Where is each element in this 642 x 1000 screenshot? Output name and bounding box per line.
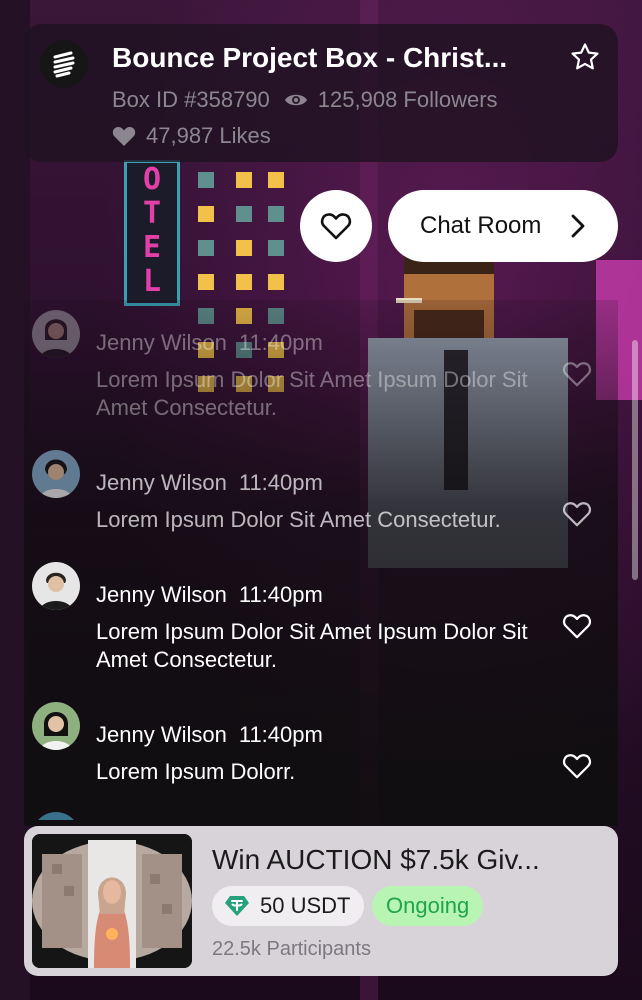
heart-icon[interactable] bbox=[562, 500, 594, 532]
chat-room-button[interactable]: Chat Room bbox=[388, 190, 618, 262]
neon-hotel-sign: OTEL bbox=[124, 160, 180, 306]
price-badge: 50 USDT bbox=[212, 886, 365, 926]
avatar bbox=[32, 310, 80, 358]
avatar bbox=[32, 702, 80, 750]
message-text: Lorem Ipsum Dolorr. bbox=[96, 759, 296, 784]
participants-count: 22.5k Participants bbox=[212, 938, 371, 960]
sender-name: Jenny Wilson bbox=[96, 330, 227, 355]
like-button[interactable] bbox=[300, 190, 372, 262]
message-time: 11:40pm bbox=[238, 722, 323, 747]
auction-thumbnail bbox=[32, 834, 192, 968]
chat-room-label: Chat Room bbox=[420, 212, 542, 239]
star-icon[interactable] bbox=[570, 42, 600, 72]
message-text: Lorem Ipsum Dolor Sit Amet Ipsum Dolor S… bbox=[96, 367, 528, 420]
heart-icon[interactable] bbox=[562, 752, 594, 784]
message-time: 11:40pm bbox=[238, 470, 323, 495]
heart-icon[interactable] bbox=[562, 612, 594, 644]
eye-icon bbox=[284, 91, 308, 109]
heart-icon bbox=[320, 211, 352, 241]
page-title: Bounce Project Box - Christ... bbox=[112, 42, 508, 73]
likes-count: 47,987 Likes bbox=[146, 123, 271, 148]
avatar bbox=[32, 812, 80, 820]
auction-card[interactable]: Win AUCTION $7.5k Giv... 50 USDT Ongoing… bbox=[24, 826, 618, 976]
message-text: Lorem Ipsum Dolor Sit Amet Ipsum Dolor S… bbox=[96, 619, 528, 672]
status-badge: Ongoing bbox=[372, 886, 484, 926]
message-time: 11:40pm bbox=[238, 582, 323, 607]
heart-icon bbox=[112, 125, 136, 147]
avatar bbox=[32, 562, 80, 610]
auction-title: Win AUCTION $7.5k Giv... bbox=[212, 844, 540, 875]
bounce-logo-icon bbox=[40, 40, 88, 88]
sender-name: Jenny Wilson bbox=[96, 470, 227, 495]
chat-message-list[interactable]: Jenny Wilson 11:40pm Lorem Ipsum Dolor Si… bbox=[24, 300, 618, 820]
avatar bbox=[32, 450, 80, 498]
price-label: 50 USDT bbox=[260, 893, 351, 918]
message-text: Lorem Ipsum Dolor Sit Amet Consectetur. bbox=[96, 507, 501, 532]
box-header: Bounce Project Box - Christ... Box ID #3… bbox=[24, 24, 618, 162]
chevron-right-icon bbox=[570, 214, 586, 238]
sender-name: Jenny Wilson bbox=[96, 722, 227, 747]
heart-icon[interactable] bbox=[562, 360, 594, 392]
message-time: 11:40pm bbox=[238, 330, 323, 355]
scrollbar[interactable] bbox=[632, 340, 638, 580]
followers-count: 125,908 Followers bbox=[317, 87, 498, 112]
box-id: Box ID #358790 bbox=[112, 87, 270, 112]
sender-name: Jenny Wilson bbox=[96, 582, 227, 607]
tether-icon bbox=[224, 894, 250, 918]
